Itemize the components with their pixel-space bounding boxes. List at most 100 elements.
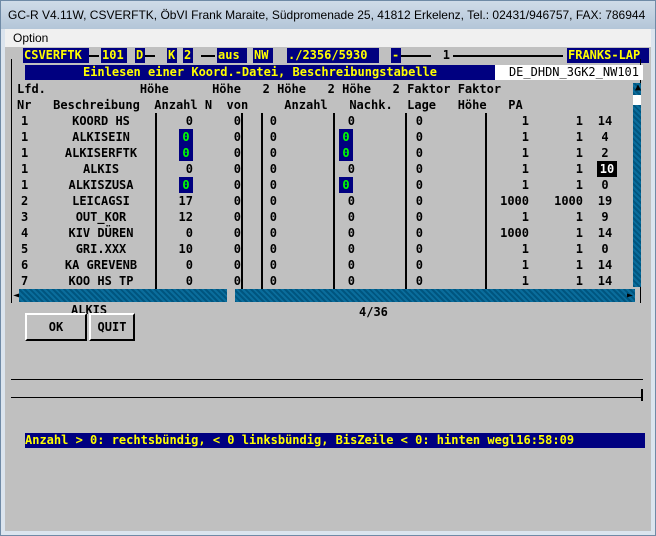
cell-faktor-hoehe[interactable]: 1 (539, 225, 583, 241)
vertical-scrollbar[interactable] (633, 83, 641, 287)
cell-pa[interactable]: 14 (591, 273, 619, 289)
cell-n[interactable]: 0 (233, 113, 241, 129)
cell-anzahl[interactable]: 0 (159, 113, 193, 129)
cell-faktor-lage[interactable]: 1 (489, 209, 529, 225)
cell-nachk[interactable]: 0 (413, 113, 423, 129)
cell-faktor-hoehe[interactable]: 1 (539, 161, 583, 177)
cell-nr[interactable]: 1 (21, 177, 41, 193)
cell-von[interactable]: 0 (267, 209, 277, 225)
table-row[interactable]: 5 GRI.XXX 10 0 0 0 0 1 1 0 (5, 241, 645, 257)
cell-anzahl[interactable]: 0 (179, 129, 193, 145)
cell-anzahl[interactable]: 0 (179, 145, 193, 161)
cell-pa[interactable]: 0 (591, 241, 619, 257)
cell-von[interactable]: 0 (267, 113, 277, 129)
cell-description[interactable]: ALKISEIN (49, 129, 153, 145)
cell-anzahl2[interactable]: 0 (339, 193, 355, 209)
cell-nr[interactable]: 2 (21, 193, 41, 209)
cell-faktor-lage[interactable]: 1000 (489, 193, 529, 209)
cell-description[interactable]: KOO HS TP (49, 273, 153, 289)
cell-von[interactable]: 0 (267, 273, 277, 289)
cell-n[interactable]: 0 (233, 129, 241, 145)
cell-nachk[interactable]: 0 (413, 241, 423, 257)
cell-description[interactable]: KOORD HS (49, 113, 153, 129)
cell-faktor-lage[interactable]: 1 (489, 129, 529, 145)
cell-anzahl[interactable]: 0 (159, 273, 193, 289)
cell-description[interactable]: ALKISERFTK (49, 145, 153, 161)
table-row[interactable]: 7 KOO HS TP 0 0 0 0 0 1 1 14 (5, 273, 645, 289)
cell-n[interactable]: 0 (233, 161, 241, 177)
cell-nachk[interactable]: 0 (413, 257, 423, 273)
cell-nachk[interactable]: 0 (413, 209, 423, 225)
cell-anzahl2[interactable]: 0 (339, 161, 355, 177)
cell-pa[interactable]: 14 (591, 113, 619, 129)
cell-faktor-lage[interactable]: 1 (489, 273, 529, 289)
cell-von[interactable]: 0 (267, 161, 277, 177)
cell-n[interactable]: 0 (233, 225, 241, 241)
cell-nr[interactable]: 3 (21, 209, 41, 225)
cell-faktor-hoehe[interactable]: 1 (539, 241, 583, 257)
cell-description[interactable]: ALKIS (49, 161, 153, 177)
cell-pa[interactable]: 2 (591, 145, 619, 161)
cell-von[interactable]: 0 (267, 257, 277, 273)
table-row[interactable]: 2 LEICAGSI 17 0 0 0 0 1000 1000 19 (5, 193, 645, 209)
cell-faktor-lage[interactable]: 1 (489, 241, 529, 257)
cell-anzahl2[interactable]: 0 (339, 177, 353, 193)
table-row[interactable]: 1 ALKISZUSA 0 0 0 0 0 1 1 0 (5, 177, 645, 193)
cell-n[interactable]: 0 (233, 145, 241, 161)
cell-faktor-hoehe[interactable]: 1 (539, 177, 583, 193)
cell-faktor-lage[interactable]: 1 (489, 257, 529, 273)
cell-faktor-lage[interactable]: 1 (489, 113, 529, 129)
cell-faktor-hoehe[interactable]: 1 (539, 113, 583, 129)
cell-pa[interactable]: 19 (591, 193, 619, 209)
cell-pa[interactable]: 10 (597, 161, 617, 177)
cell-n[interactable]: 0 (233, 257, 241, 273)
cell-anzahl2[interactable]: 0 (339, 113, 355, 129)
cell-nr[interactable]: 1 (21, 145, 41, 161)
table-row[interactable]: 1 ALKISERFTK 0 0 0 0 0 1 1 2 (5, 145, 645, 161)
cell-anzahl2[interactable]: 0 (339, 145, 353, 161)
cell-nachk[interactable]: 0 (413, 177, 423, 193)
quit-button[interactable]: QUIT (89, 313, 135, 341)
cell-n[interactable]: 0 (233, 177, 241, 193)
cell-faktor-lage[interactable]: 1 (489, 145, 529, 161)
cell-anzahl[interactable]: 0 (159, 257, 193, 273)
cell-faktor-hoehe[interactable]: 1 (539, 273, 583, 289)
table-row[interactable]: 6 KA GREVENB 0 0 0 0 0 1 1 14 (5, 257, 645, 273)
cell-nr[interactable]: 1 (21, 129, 41, 145)
table-row[interactable]: 1 ALKIS 0 0 0 0 0 1 1 10 (5, 161, 645, 177)
table-row[interactable]: 4 KIV DÜREN 0 0 0 0 0 1000 1 14 (5, 225, 645, 241)
cell-faktor-hoehe[interactable]: 1 (539, 129, 583, 145)
cell-nachk[interactable]: 0 (413, 161, 423, 177)
cell-anzahl[interactable]: 10 (159, 241, 193, 257)
cell-pa[interactable]: 14 (591, 225, 619, 241)
cell-anzahl2[interactable]: 0 (339, 241, 355, 257)
cell-nachk[interactable]: 0 (413, 225, 423, 241)
cell-description[interactable]: GRI.XXX (49, 241, 153, 257)
cell-pa[interactable]: 14 (591, 257, 619, 273)
table-row[interactable]: 3 OUT_KOR 12 0 0 0 0 1 1 9 (5, 209, 645, 225)
cell-von[interactable]: 0 (267, 129, 277, 145)
cell-n[interactable]: 0 (233, 273, 241, 289)
cell-faktor-hoehe[interactable]: 1 (539, 209, 583, 225)
cell-anzahl2[interactable]: 0 (339, 209, 355, 225)
cell-nr[interactable]: 7 (21, 273, 41, 289)
cell-nr[interactable]: 5 (21, 241, 41, 257)
cell-faktor-lage[interactable]: 1000 (489, 225, 529, 241)
scroll-up-arrow-icon[interactable]: ▲ (633, 81, 643, 94)
scroll-right-arrow-icon[interactable]: ► (625, 289, 635, 302)
cell-pa[interactable]: 4 (591, 129, 619, 145)
cell-anzahl[interactable]: 12 (159, 209, 193, 225)
cell-faktor-hoehe[interactable]: 1000 (539, 193, 583, 209)
cell-pa[interactable]: 0 (591, 177, 619, 193)
cell-nr[interactable]: 1 (21, 161, 41, 177)
cell-nachk[interactable]: 0 (413, 273, 423, 289)
table-row[interactable]: 1 KOORD HS 0 0 0 0 0 1 1 14 (5, 113, 645, 129)
cell-von[interactable]: 0 (267, 145, 277, 161)
cell-n[interactable]: 0 (233, 209, 241, 225)
cell-anzahl[interactable]: 0 (159, 225, 193, 241)
cell-description[interactable]: OUT_KOR (49, 209, 153, 225)
cell-faktor-lage[interactable]: 1 (489, 177, 529, 193)
cell-von[interactable]: 0 (267, 177, 277, 193)
cell-pa[interactable]: 9 (591, 209, 619, 225)
cell-description[interactable]: ALKISZUSA (49, 177, 153, 193)
